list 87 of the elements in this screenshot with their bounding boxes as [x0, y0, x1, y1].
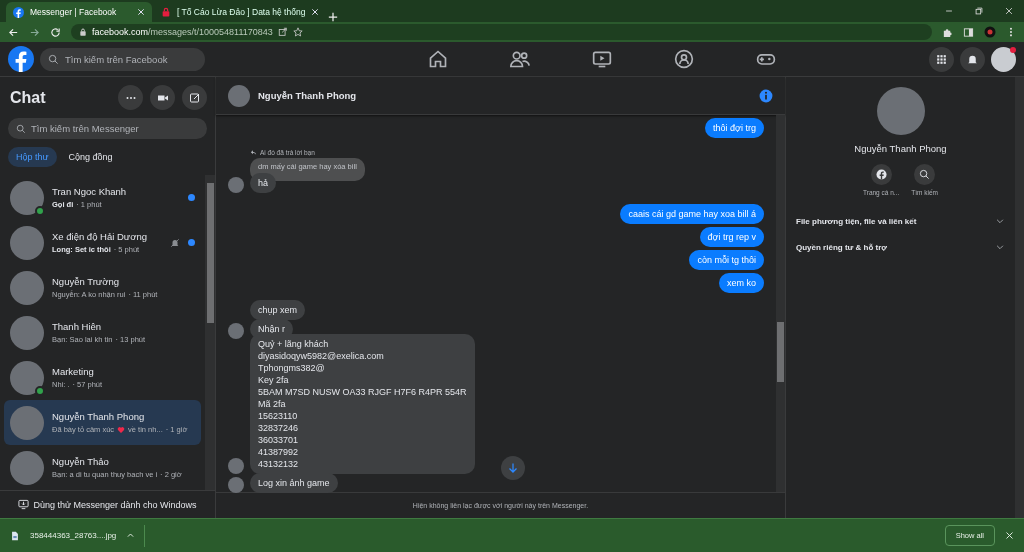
contact-name: Nguyễn Thảo — [52, 456, 110, 467]
message-bubble: Log xin ảnh game — [250, 473, 338, 493]
search-field[interactable]: Tìm kiếm trên Facebook — [40, 47, 205, 71]
down-arrow-icon — [506, 462, 519, 474]
search-placeholder: Tìm kiếm trên Messenger — [31, 123, 139, 134]
url-text: facebook.com/messages/t/100054811170843 — [92, 27, 273, 37]
message-bubble: xem ko — [719, 273, 764, 293]
close-icon[interactable] — [1005, 531, 1014, 540]
menu-button[interactable] — [929, 46, 954, 72]
scrollbar[interactable] — [776, 115, 785, 492]
search-icon — [48, 53, 59, 65]
options-button[interactable] — [118, 85, 143, 110]
close-icon[interactable] — [137, 8, 145, 16]
scrollbar[interactable] — [1015, 77, 1024, 518]
account-avatar[interactable] — [991, 46, 1016, 72]
puzzle-icon[interactable] — [942, 26, 953, 38]
browser-tab[interactable]: Messenger | Facebook — [6, 2, 152, 22]
filter-tab[interactable]: Cộng đồng — [60, 147, 121, 167]
new-call-button[interactable] — [150, 85, 175, 110]
avatar — [228, 84, 250, 107]
avatar — [10, 405, 44, 440]
info-icon[interactable] — [759, 88, 773, 103]
contact-name: Marketing — [52, 366, 95, 377]
avatar — [10, 315, 44, 350]
facebook-icon — [875, 169, 887, 180]
heart-icon — [117, 425, 126, 434]
padlock-icon — [161, 7, 171, 17]
contact-name: Nguyễn Thanh Phong — [52, 411, 146, 422]
search-icon — [919, 169, 931, 180]
scrollbar[interactable] — [205, 175, 215, 490]
profile-icon[interactable] — [984, 26, 996, 38]
share-icon[interactable] — [277, 27, 288, 37]
message-bubble: hả — [250, 173, 276, 193]
groups-icon[interactable] — [672, 49, 696, 69]
search-icon — [16, 123, 26, 134]
plus-icon[interactable] — [328, 12, 339, 22]
menu-grid-icon — [935, 52, 948, 66]
message-bubble: Quỷ + lãng khách diyasidoqyw5982@exelica.com Tphongms382@ Key 2fa 5BAM M7SD NUSW OA33 RJGF H7F6 R4PR 554R Mã 2fa 15623110 32837246 36033701 41387992 43132132 — [250, 334, 475, 474]
close-icon[interactable] — [1004, 6, 1014, 16]
filter-tab[interactable]: Hộp thư — [8, 147, 57, 167]
sidebar-title: Chat — [10, 88, 47, 107]
message-bubble: đợi trg rep v — [699, 227, 764, 247]
contact-name: Nguyễn Trường — [52, 276, 120, 287]
search-placeholder: Tìm kiếm trên Facebook — [65, 53, 168, 65]
avatar — [876, 87, 925, 135]
messenger-search-field[interactable]: Tìm kiếm trên Messenger — [8, 118, 207, 139]
profile-name: Nguyễn Thanh Phong — [854, 143, 947, 154]
file-icon — [10, 529, 20, 542]
forward-arrow-icon[interactable] — [29, 26, 40, 38]
download-icon — [18, 499, 30, 510]
try-messenger-link[interactable]: Dùng thử Messenger dành cho Windows — [33, 499, 197, 510]
close-icon[interactable] — [311, 8, 320, 16]
message-bubble: caais cái gd game hay xoa bill á — [620, 204, 764, 224]
friends-icon[interactable] — [508, 49, 532, 69]
avatar — [10, 450, 44, 485]
section-toggle[interactable]: File phương tiện, file và liên kết — [794, 208, 1007, 234]
back-arrow-icon[interactable] — [8, 26, 19, 38]
scroll-down-button[interactable] — [500, 456, 525, 480]
padlock-icon — [79, 28, 87, 36]
star-icon[interactable] — [292, 27, 303, 37]
notification-dot — [1010, 46, 1016, 53]
message-bubble: thôi đợi trg — [705, 118, 764, 138]
message-bubble: còn mỗi tg thôi — [689, 250, 764, 270]
downloaded-file-name[interactable]: 358444363_28763....jpg — [30, 531, 117, 540]
address-bar[interactable]: facebook.com/messages/t/100054811170843 — [71, 24, 932, 40]
contact-name: Tran Ngoc Khanh — [52, 186, 128, 197]
facebook-logo-icon[interactable] — [8, 46, 34, 72]
avatar — [10, 225, 44, 260]
browser-tab[interactable]: [ Tố Cáo Lừa Đảo ] Data hệ thống — [154, 2, 327, 22]
contact-name: Xe điện độ Hải Dương — [52, 231, 148, 242]
message-bubble: chụp xem — [250, 300, 306, 320]
video-icon[interactable] — [590, 49, 614, 69]
reload-icon[interactable] — [50, 26, 61, 38]
compose-icon — [188, 91, 201, 104]
section-toggle[interactable]: Quyền riêng tư & hỗ trợ — [794, 234, 1007, 260]
new-message-button[interactable] — [182, 85, 207, 110]
facebook-icon — [13, 6, 24, 18]
contact-name: Nguyễn Thanh Phong — [258, 90, 358, 101]
notifications-button[interactable] — [960, 46, 985, 72]
avatar — [10, 270, 44, 305]
sidebar-icon[interactable] — [963, 26, 974, 38]
chevron-down-icon — [995, 216, 1005, 226]
caret-up-icon[interactable] — [126, 531, 136, 540]
reply-icon — [250, 149, 257, 156]
contact-name: Thanh Hiên — [52, 321, 103, 332]
restore-icon[interactable] — [974, 6, 984, 16]
chevron-down-icon — [995, 242, 1005, 252]
